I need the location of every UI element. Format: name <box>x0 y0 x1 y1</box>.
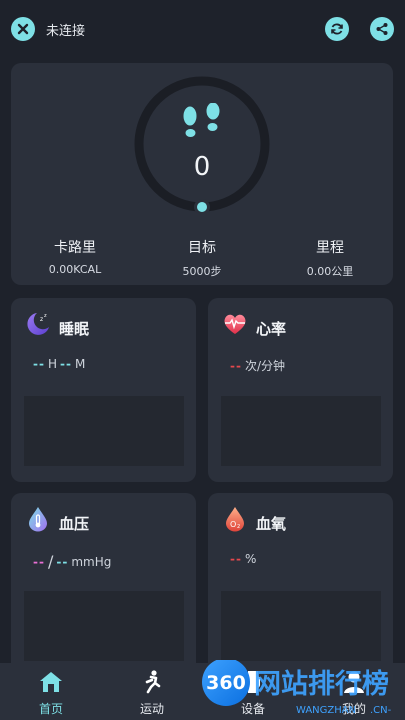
sleep-reading: -- H -- M <box>33 357 85 371</box>
steps-card[interactable]: 0 卡路里 0.00KCAL 目标 5000步 里程 0.00公里 <box>11 63 393 285</box>
blood-pressure-title: 血压 <box>59 515 90 533</box>
heart-rate-unit: 次/分钟 <box>244 359 286 373</box>
top-bar: 未连接 <box>0 0 405 60</box>
sleep-title: 睡眠 <box>59 320 90 338</box>
sleep-minutes-value: -- <box>60 357 72 371</box>
watermark-number: 360 <box>206 672 246 694</box>
svg-text:z: z <box>40 316 43 323</box>
calories-label: 卡路里 <box>54 240 96 256</box>
share-icon <box>376 23 388 35</box>
sleep-hours-unit: H <box>47 357 57 371</box>
connection-status: 未连接 <box>46 24 86 39</box>
watermark-domain: .CN- <box>370 705 392 716</box>
progress-indicator <box>194 199 210 215</box>
watermark-text: 网站排行榜 <box>254 668 389 700</box>
svg-text:2: 2 <box>237 524 240 530</box>
heart-rate-reading: -- 次/分钟 <box>230 357 285 374</box>
goal-label: 目标 <box>188 240 216 256</box>
diastolic-value: -- <box>56 554 69 569</box>
sleep-minutes-unit: M <box>74 357 86 371</box>
heart-icon <box>224 314 246 334</box>
calories-stat: 卡路里 0.00KCAL <box>15 237 135 276</box>
goal-stat: 目标 5000步 <box>142 237 262 279</box>
heart-rate-card[interactable]: 心率 -- 次/分钟 <box>208 298 393 482</box>
heart-rate-title: 心率 <box>256 320 287 338</box>
pressure-separator: / <box>47 552 54 571</box>
close-icon <box>17 23 29 35</box>
footprints-icon <box>183 103 220 137</box>
home-icon <box>40 672 62 692</box>
sleep-hours-value: -- <box>33 357 45 371</box>
blood-pressure-chart-area <box>24 591 184 661</box>
nav-sport[interactable]: 运动 <box>112 663 192 720</box>
systolic-value: -- <box>33 554 45 569</box>
heart-rate-value: -- <box>230 358 242 373</box>
steps-progress-ring: 0 <box>133 75 271 215</box>
nav-sport-label: 运动 <box>139 702 164 716</box>
oxygen-drop-icon: O 2 <box>226 507 244 532</box>
blood-oxygen-reading: -- % <box>230 552 256 566</box>
blood-oxygen-title: 血氧 <box>256 515 287 533</box>
watermark-sub: WANGZHAN <box>296 705 356 716</box>
sync-button[interactable] <box>325 17 349 41</box>
share-button[interactable] <box>370 17 394 41</box>
running-icon <box>145 670 161 694</box>
calories-value: 0.00KCAL <box>48 263 102 276</box>
blood-drop-icon <box>29 507 47 532</box>
distance-stat: 里程 0.00公里 <box>270 237 390 279</box>
blood-oxygen-chart-area <box>221 591 381 661</box>
sleep-chart-area <box>24 396 184 466</box>
heart-rate-chart-area <box>221 396 381 466</box>
blood-oxygen-value: -- <box>230 552 242 566</box>
nav-home[interactable]: 首页 <box>11 663 91 720</box>
disconnect-button[interactable] <box>11 17 35 41</box>
blood-pressure-card[interactable]: 血压 -- / -- mmHg <box>11 493 196 677</box>
blood-pressure-reading: -- / -- mmHg <box>33 552 111 571</box>
blood-pressure-unit: mmHg <box>71 554 112 569</box>
blood-oxygen-card[interactable]: O 2 血氧 -- % <box>208 493 393 677</box>
distance-label: 里程 <box>316 240 344 256</box>
svg-text:O: O <box>230 520 236 529</box>
blood-oxygen-unit: % <box>244 552 257 566</box>
sleep-card[interactable]: z z 睡眠 -- H -- M <box>11 298 196 482</box>
svg-text:z: z <box>44 313 47 319</box>
watermark-logo: 360 网站排行榜 WANGZHAN .CN- <box>202 660 392 716</box>
distance-value: 0.00公里 <box>306 265 354 278</box>
refresh-icon <box>331 23 343 35</box>
moon-icon: z z <box>27 313 49 335</box>
step-count: 0 <box>193 152 211 182</box>
goal-value: 5000步 <box>182 265 222 278</box>
nav-home-label: 首页 <box>38 702 63 716</box>
